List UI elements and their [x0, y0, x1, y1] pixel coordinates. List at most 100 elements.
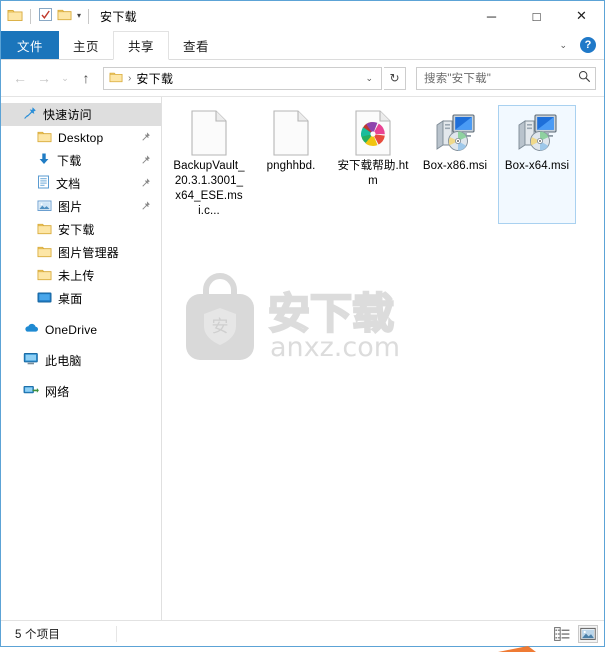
search-box[interactable]: 搜索"安下载"	[416, 66, 596, 90]
sidebar-item-documents[interactable]: 文档	[1, 172, 161, 195]
sidebar-item-label: 此电脑	[45, 354, 82, 368]
help-icon[interactable]: ?	[580, 37, 596, 53]
file-name: Box-x86.msi	[422, 160, 488, 172]
folder-icon	[37, 130, 52, 146]
sidebar-item-desktop-cn[interactable]: 桌面	[1, 287, 161, 310]
sidebar-item-label: 安下载	[58, 223, 95, 237]
toolbar-divider	[30, 8, 31, 24]
svg-text:安: 安	[212, 317, 229, 337]
sidebar-item-network[interactable]: 网络	[1, 380, 161, 403]
recent-locations-button[interactable]: ⌄	[57, 67, 73, 89]
pin-icon[interactable]	[140, 154, 151, 166]
large-icons-view-button[interactable]	[578, 624, 598, 643]
sidebar-item-label: 图片管理器	[58, 246, 120, 260]
file-name: BackupVault_20.3.1.3001_x64_ESE.msi.c...	[173, 160, 245, 217]
folder-icon	[109, 71, 123, 86]
window-controls: ─ □ ✕	[469, 1, 604, 31]
address-input[interactable]: › 安下载 ⌄	[103, 66, 382, 90]
pin-icon[interactable]	[140, 177, 151, 189]
sidebar-item-desktop-en[interactable]: Desktop	[1, 126, 161, 149]
sidebar-item-this-pc[interactable]: 此电脑	[1, 349, 161, 372]
chevron-down-icon[interactable]: ⌄	[359, 73, 379, 84]
this-pc-icon	[23, 352, 39, 369]
sidebar-item-image-manager[interactable]: 图片管理器	[1, 241, 161, 264]
forward-button[interactable]: →	[33, 67, 55, 89]
pin-icon[interactable]	[140, 131, 151, 143]
sidebar-item-label: 未上传	[58, 269, 95, 283]
sidebar-item-label: 图片	[58, 200, 83, 214]
details-view-button[interactable]	[552, 625, 572, 643]
maximize-button[interactable]: □	[514, 1, 559, 31]
pin-icon[interactable]	[140, 200, 151, 212]
msi-installer-icon	[432, 110, 478, 156]
back-button[interactable]: ←	[9, 67, 31, 89]
svg-text:anxz.com: anxz.com	[270, 332, 400, 363]
msi-installer-icon	[514, 110, 560, 156]
cloud-icon	[23, 322, 39, 337]
breadcrumb[interactable]: 安下载	[136, 70, 173, 87]
file-item[interactable]: pnghhbd.	[252, 105, 330, 224]
close-button[interactable]: ✕	[559, 1, 604, 31]
search-icon[interactable]	[578, 70, 591, 86]
blank-file-icon	[186, 110, 232, 156]
sidebar-gap-1	[1, 310, 161, 318]
status-bar: 5 个项目	[1, 620, 604, 646]
file-item[interactable]: 安下载帮助.htm	[334, 105, 412, 224]
sidebar-item-label: 快速访问	[43, 108, 92, 122]
folder-icon	[37, 268, 52, 284]
svg-text:安下载: 安下载	[268, 289, 394, 338]
file-grid: BackupVault_20.3.1.3001_x64_ESE.msi.c...…	[162, 97, 604, 226]
chevron-down-icon[interactable]: ⌄	[554, 38, 572, 53]
ribbon-tab-bar: 文件 主页 共享 查看 ⌄ ?	[1, 31, 604, 60]
breadcrumb-separator: ›	[128, 72, 132, 84]
tab-share[interactable]: 共享	[113, 31, 170, 60]
sidebar-item-anxiazai[interactable]: 安下载	[1, 218, 161, 241]
pictures-icon	[37, 199, 52, 215]
chevron-down-icon[interactable]: ▾	[77, 12, 81, 20]
sidebar-item-label: 桌面	[58, 292, 83, 306]
sidebar-item-label: 网络	[45, 385, 70, 399]
sidebar-item-not-uploaded[interactable]: 未上传	[1, 264, 161, 287]
up-button[interactable]: ↑	[75, 67, 97, 89]
file-item[interactable]: Box-x64.msi	[498, 105, 576, 224]
file-item[interactable]: BackupVault_20.3.1.3001_x64_ESE.msi.c...	[170, 105, 248, 224]
desktop-icon	[37, 291, 52, 307]
html-chrome-icon	[350, 110, 396, 156]
file-name: Box-x64.msi	[504, 160, 570, 172]
address-bar-row: ← → ⌄ ↑ › 安下载 ⌄ ↻ 搜索"安下载"	[1, 60, 604, 97]
view-mode-buttons	[552, 624, 598, 643]
sidebar-item-pictures[interactable]: 图片	[1, 195, 161, 218]
sidebar-item-quick-access[interactable]: 快速访问	[1, 103, 161, 126]
folder-icon[interactable]	[7, 8, 23, 25]
file-explorer-window: ▾ 安下载 ─ □ ✕ 文件 主页 共享 查看 ⌄ ? ← → ⌄ ↑ › 安下…	[0, 0, 605, 647]
watermark-logo: 安 安下载 anxz.com	[180, 272, 430, 372]
file-name: pnghhbd.	[266, 160, 316, 172]
new-folder-icon[interactable]	[57, 8, 72, 24]
network-icon	[23, 383, 39, 400]
window-title: 安下载	[100, 9, 137, 24]
sidebar-item-label: Desktop	[58, 130, 104, 145]
tab-home[interactable]: 主页	[59, 31, 113, 59]
blank-file-icon	[268, 110, 314, 156]
title-bar: ▾ 安下载 ─ □ ✕	[1, 1, 604, 31]
properties-icon[interactable]	[38, 7, 53, 25]
sidebar-item-downloads[interactable]: 下载	[1, 149, 161, 172]
refresh-button[interactable]: ↻	[384, 66, 406, 90]
tab-view[interactable]: 查看	[169, 31, 223, 59]
document-icon	[37, 175, 50, 192]
explorer-body: 快速访问 Desktop 下载 文档 图片 安下载 图片管理器 未上传 桌面 O…	[1, 97, 604, 620]
sidebar-item-onedrive[interactable]: OneDrive	[1, 318, 161, 341]
file-name: 安下载帮助.htm	[337, 160, 409, 187]
file-item[interactable]: Box-x86.msi	[416, 105, 494, 224]
file-list-pane[interactable]: 安 安下载 anxz.com BackupVault_20.3.1.3001_x…	[162, 97, 604, 620]
sidebar-gap-3	[1, 372, 161, 380]
navigation-pane: 快速访问 Desktop 下载 文档 图片 安下载 图片管理器 未上传 桌面 O…	[1, 97, 162, 620]
tab-file[interactable]: 文件	[1, 31, 60, 59]
search-input[interactable]: 搜索"安下载"	[424, 70, 578, 86]
pin-star-icon	[23, 106, 37, 123]
toolbar-divider-2	[88, 8, 90, 24]
minimize-button[interactable]: ─	[469, 1, 514, 31]
status-divider	[116, 625, 118, 642]
ribbon-right-controls: ⌄ ?	[554, 31, 600, 59]
quick-access-toolbar: ▾	[7, 7, 92, 25]
